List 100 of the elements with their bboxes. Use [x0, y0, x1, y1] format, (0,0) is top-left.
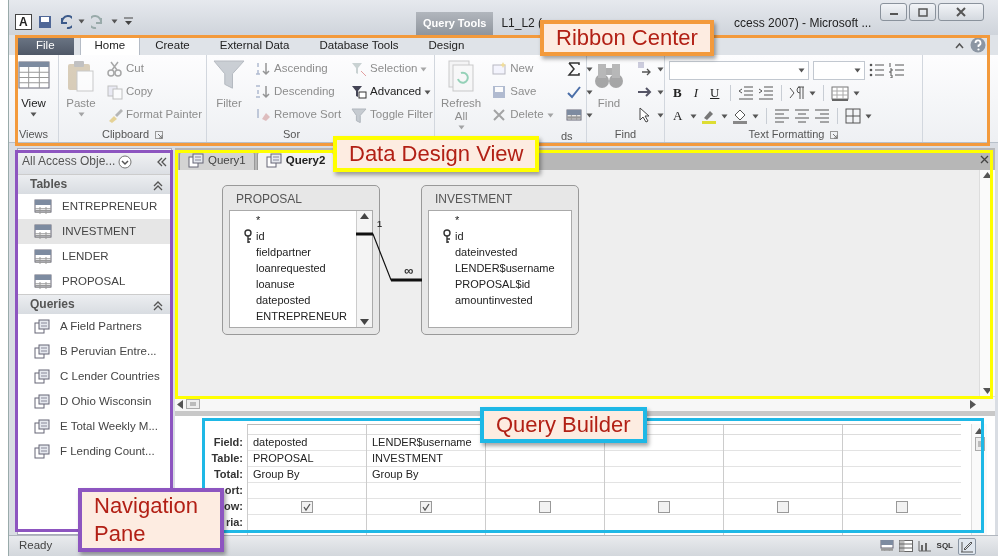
field-name[interactable]: LENDER$username	[455, 261, 555, 275]
sort-ascending-icon	[255, 61, 271, 77]
dialog-launcher-icon[interactable]	[830, 131, 839, 139]
caret-icon	[752, 113, 760, 119]
table-icon	[34, 198, 52, 215]
section-header: Tables	[30, 177, 68, 192]
show-checkbox[interactable]	[896, 500, 908, 513]
design-view-button[interactable]	[958, 537, 976, 555]
minimize-button[interactable]	[880, 3, 907, 21]
ribbon-tab[interactable]: Database Tools	[304, 35, 414, 55]
query-icon	[34, 318, 50, 335]
pivot-chart-icon[interactable]	[917, 540, 932, 552]
show-checkbox[interactable]	[658, 500, 670, 513]
list-scrollbar[interactable]	[356, 211, 372, 327]
spell-check-icon[interactable]	[565, 84, 582, 100]
close-button[interactable]	[938, 3, 984, 21]
scroll-thumb-icon[interactable]	[186, 399, 200, 409]
group-label: Views	[18, 128, 49, 142]
pivot-table-icon[interactable]	[898, 540, 913, 552]
help-icon[interactable]	[970, 37, 986, 53]
caret-icon	[420, 66, 428, 72]
field-name[interactable]: *	[256, 213, 261, 227]
query-icon	[34, 368, 50, 385]
borders-icon[interactable]	[845, 108, 862, 124]
grid-cell[interactable]: PROPOSAL	[248, 451, 366, 467]
ribbon-button[interactable]: View	[13, 59, 54, 118]
caret-icon	[585, 89, 593, 95]
caret-icon	[657, 112, 664, 118]
show-checkbox[interactable]	[420, 500, 432, 513]
grid-cell[interactable]: Group By	[367, 467, 485, 483]
field-name[interactable]: fieldpartner	[256, 245, 312, 259]
caret-icon	[865, 113, 873, 119]
numbered-list-icon[interactable]	[889, 62, 905, 78]
caret-icon	[809, 90, 817, 96]
show-checkbox[interactable]	[777, 500, 789, 513]
query-icon	[34, 343, 50, 360]
scroll-thumb-icon[interactable]	[974, 437, 985, 451]
nav-item[interactable]: INVESTMENT	[18, 219, 171, 244]
query-icon	[34, 418, 50, 435]
field-name[interactable]: loanrequested	[256, 261, 326, 275]
field-name[interactable]: id	[256, 229, 265, 243]
scroll-up-icon[interactable]	[360, 213, 369, 220]
ribbon-tab[interactable]: External Data	[204, 35, 305, 55]
scroll-right-icon[interactable]	[970, 399, 976, 409]
field-name[interactable]: ENTREPRENEUR	[256, 309, 348, 323]
caret-icon	[77, 19, 85, 24]
table-field-list[interactable]: INVESTMENT * id dateinvested LENDER$username PROPOSAL$id amountinvested	[421, 185, 579, 335]
group-label: ds	[561, 130, 573, 144]
field-name[interactable]: dateinvested	[455, 245, 518, 259]
grid-icon[interactable]	[565, 107, 582, 123]
cardinality-label: 1	[377, 219, 382, 230]
ribbon-button[interactable]: Advanced	[349, 82, 435, 102]
sql-view-button[interactable]: SQL	[936, 541, 953, 551]
format-button[interactable]: U	[706, 84, 724, 102]
highlight-icon[interactable]	[701, 108, 718, 124]
table-icon	[34, 248, 52, 265]
field-name[interactable]: loanuse	[256, 277, 295, 291]
scroll-up-icon[interactable]	[983, 172, 992, 178]
scroll-up-icon[interactable]	[975, 428, 984, 434]
ribbon-tab[interactable]: Create	[140, 35, 205, 55]
sigma-icon[interactable]	[565, 61, 582, 77]
grid-cell[interactable]: INVESTMENT	[367, 451, 485, 467]
caret-icon	[424, 89, 432, 95]
format-button[interactable]: I	[689, 84, 702, 102]
field-name[interactable]: id	[455, 229, 464, 243]
collapse-pane-icon[interactable]	[157, 156, 167, 167]
field-name[interactable]: amountinvested	[455, 293, 533, 307]
maximize-button[interactable]	[909, 3, 936, 21]
save-icon[interactable]	[37, 14, 52, 29]
caret-icon	[546, 112, 554, 118]
font-field[interactable]	[669, 60, 809, 80]
font-color-button[interactable]: A	[669, 107, 687, 125]
scroll-down-icon[interactable]	[360, 319, 369, 325]
customize-toolbar-icon[interactable]	[123, 16, 133, 27]
field-name[interactable]: dateposted	[256, 293, 311, 307]
grid-cell[interactable]: Group By	[248, 467, 366, 483]
datasheet-view-icon[interactable]	[879, 540, 894, 552]
scroll-down-icon[interactable]	[983, 388, 992, 394]
scroll-left-icon[interactable]	[177, 399, 183, 409]
ribbon-tab[interactable]: Design	[413, 35, 480, 55]
show-checkbox[interactable]	[539, 500, 551, 513]
replace-icon[interactable]	[637, 61, 653, 77]
close-icon[interactable]	[980, 154, 989, 164]
format-button[interactable]: B	[669, 84, 686, 102]
collapse-ribbon-icon[interactable]	[955, 41, 964, 49]
status-text: Ready	[19, 539, 53, 553]
save-icon	[491, 84, 508, 100]
show-checkbox[interactable]	[301, 500, 313, 513]
dialog-launcher-icon[interactable]	[155, 131, 164, 139]
fill-color-icon[interactable]	[732, 108, 749, 124]
font-size-field[interactable]	[813, 60, 865, 80]
gridlines-icon[interactable]	[831, 85, 850, 101]
row-label: Field:	[212, 435, 244, 450]
field-name[interactable]: *	[455, 213, 460, 227]
dropdown-icon[interactable]	[118, 154, 133, 169]
grid-cell[interactable]: dateposted	[248, 435, 366, 451]
callout-label: Data Design View	[333, 136, 540, 172]
field-name[interactable]: PROPOSAL$id	[455, 277, 531, 291]
paragraph-direction-icon[interactable]	[789, 85, 806, 101]
bulleted-list-icon[interactable]	[869, 62, 885, 78]
